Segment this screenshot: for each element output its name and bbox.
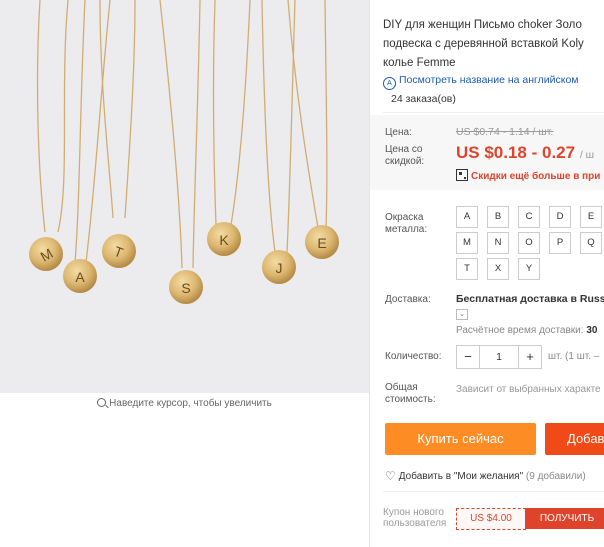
shipping-label: Доставка: xyxy=(385,294,431,305)
color-label-line-1: Окраска xyxy=(385,212,424,223)
pendant-E: E xyxy=(305,225,339,259)
option-a[interactable]: A xyxy=(456,206,478,228)
coupon-label-line-2: пользователя xyxy=(383,518,447,529)
svg-text:K: K xyxy=(219,232,229,248)
price-unit: / ш xyxy=(579,149,595,161)
shipping-dropdown-icon[interactable]: ⌄ xyxy=(456,309,468,320)
pendant-S: S xyxy=(169,270,203,304)
title-line-2: подвеска с деревянной вставкой Koly xyxy=(383,38,584,50)
svg-text:J: J xyxy=(276,260,283,276)
total-label-line-1: Общая xyxy=(385,382,418,393)
total-label-line-2: стоимость: xyxy=(385,394,436,405)
delivery-time-label: Расчётное время доставки: xyxy=(456,325,584,336)
coupon-label: Купон нового пользователя xyxy=(383,507,446,529)
add-to-wishlist-link[interactable]: ♡ Добавить в "Мои желания" (9 добавили) xyxy=(385,469,586,483)
product-image[interactable]: M A T S K J E xyxy=(0,0,369,393)
svg-text:S: S xyxy=(181,280,190,296)
color-label: Окраска металла: xyxy=(385,212,427,236)
svg-text:E: E xyxy=(317,235,326,251)
zoom-hint-text: Наведите курсор, чтобы увеличить xyxy=(109,398,272,409)
orders-count: 24 заказа(ов) xyxy=(391,93,456,105)
quantity-increase-button[interactable]: + xyxy=(518,346,541,368)
price-label: Цена: xyxy=(385,127,412,138)
option-d[interactable]: D xyxy=(549,206,571,228)
option-p[interactable]: P xyxy=(549,232,571,254)
svg-text:A: A xyxy=(75,269,85,285)
option-c[interactable]: C xyxy=(518,206,540,228)
discount-price: US $0.18 - 0.27 / ш xyxy=(456,143,594,163)
option-x[interactable]: X xyxy=(487,258,509,280)
pendant-T: T xyxy=(102,234,136,268)
wishlist-label[interactable]: Добавить в "Мои желания" xyxy=(399,471,523,482)
title-line-1: DIY для женщин Письмо choker Золо xyxy=(383,19,582,31)
zoom-hint: Наведите курсор, чтобы увеличить xyxy=(0,398,369,409)
translate-link-text[interactable]: Посмотреть название на английском xyxy=(399,74,579,86)
delivery-time: Расчётное время доставки: 30 xyxy=(456,325,597,336)
option-m[interactable]: M xyxy=(456,232,478,254)
product-title: DIY для женщин Письмо choker Золо подвес… xyxy=(383,16,604,73)
discount-label-line-1: Цена со xyxy=(385,144,423,155)
total-value: Зависит от выбранных характе xyxy=(456,384,601,395)
coupon-label-line-1: Купон нового xyxy=(383,507,444,518)
option-o[interactable]: O xyxy=(518,232,540,254)
title-line-3: колье Femme xyxy=(383,57,456,69)
pendant-M: M xyxy=(29,237,63,271)
quantity-decrease-button[interactable]: − xyxy=(457,346,480,368)
option-y[interactable]: Y xyxy=(518,258,540,280)
quantity-stepper: − 1 + xyxy=(456,345,542,369)
heart-icon: ♡ xyxy=(385,469,396,483)
add-to-cart-button[interactable]: Добав xyxy=(545,423,604,455)
divider xyxy=(383,491,604,492)
pendant-A: A xyxy=(63,259,97,293)
discount-price-value: US $0.18 - 0.27 xyxy=(456,143,576,162)
delivery-time-value: 30 xyxy=(586,325,598,336)
magnifier-icon xyxy=(97,398,107,407)
option-e[interactable]: E xyxy=(580,206,602,228)
pendant-K: K xyxy=(207,222,241,256)
app-discount-text[interactable]: Скидки ещё больше в при xyxy=(471,171,600,182)
get-coupon-button[interactable]: ПОЛУЧИТЬ xyxy=(525,508,604,529)
color-label-line-2: металла: xyxy=(385,224,428,235)
original-price: US $0.74 - 1.14 / шт. xyxy=(456,126,554,138)
total-label: Общая стоимость: xyxy=(385,382,436,406)
divider xyxy=(383,112,604,113)
app-discount-link[interactable]: Скидки ещё больше в при xyxy=(456,169,600,182)
option-b[interactable]: B xyxy=(487,206,509,228)
quantity-input[interactable]: 1 xyxy=(479,346,519,368)
option-q[interactable]: Q xyxy=(580,232,602,254)
discount-price-label: Цена со скидкой: xyxy=(385,144,424,168)
quantity-label: Количество: xyxy=(385,351,442,362)
shipping-value: Бесплатная доставка в Russia xyxy=(456,293,604,305)
wishlist-count: (9 добавили) xyxy=(525,471,586,482)
quantity-note: шт. (1 шт. – xyxy=(548,351,600,362)
option-n[interactable]: N xyxy=(487,232,509,254)
necklace-photo: M A T S K J E xyxy=(0,0,369,393)
option-t[interactable]: T xyxy=(456,258,478,280)
coupon-amount: US $4.00 xyxy=(456,508,526,530)
product-info-panel: DIY для женщин Письмо choker Золо подвес… xyxy=(369,0,604,547)
discount-label-line-2: скидкой: xyxy=(385,156,425,167)
translate-icon: A xyxy=(383,77,396,90)
buy-now-button[interactable]: Купить сейчас xyxy=(385,423,536,455)
translate-title-link[interactable]: A Посмотреть название на английском xyxy=(383,74,579,90)
qr-code-icon xyxy=(456,169,468,181)
pendant-J: J xyxy=(262,250,296,284)
